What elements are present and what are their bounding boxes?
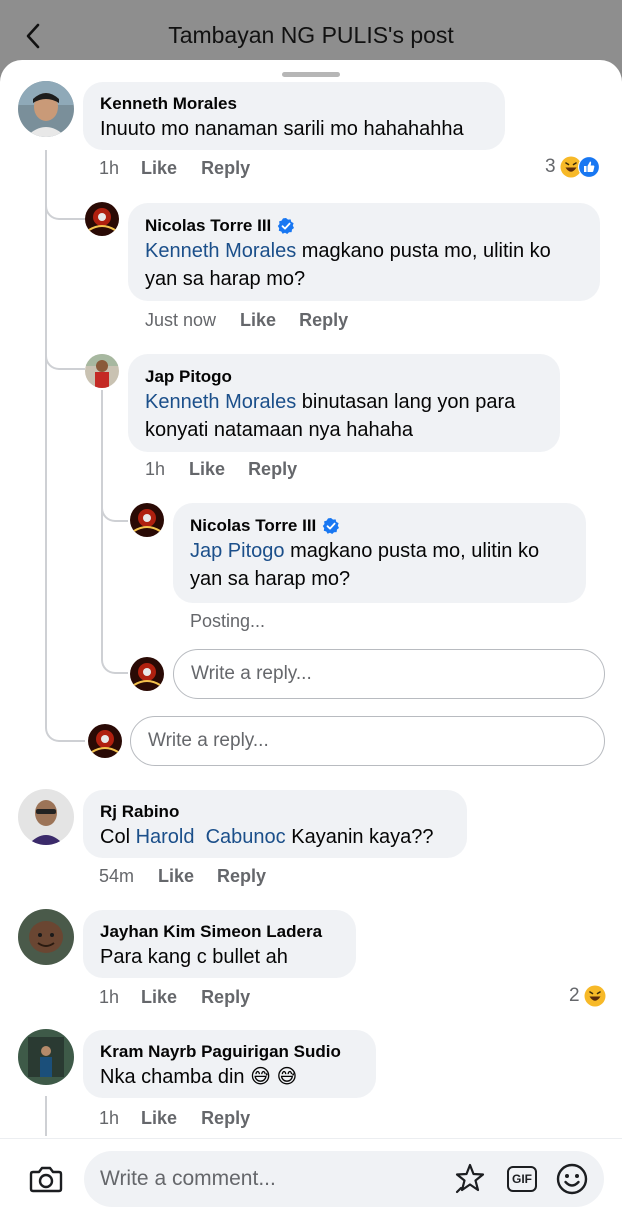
gif-label: GIF — [507, 1166, 537, 1192]
reply-button[interactable]: Reply — [248, 459, 297, 480]
mention-link[interactable]: Kenneth Morales — [145, 240, 296, 262]
comment-author[interactable]: Rj Rabino — [100, 801, 449, 823]
avatar[interactable] — [18, 81, 74, 137]
comment-bubble[interactable]: Kram Nayrb Paguirigan Sudio Nka chamba d… — [83, 1030, 376, 1098]
comment-author[interactable]: Kenneth Morales — [100, 93, 487, 115]
avatar[interactable] — [18, 789, 74, 845]
avatar[interactable] — [85, 202, 119, 236]
comment-actions: 1h Like Reply — [99, 987, 250, 1008]
avatar-sticker-icon[interactable] — [452, 1151, 488, 1207]
gif-icon[interactable]: GIF — [504, 1151, 540, 1207]
reply-button[interactable]: Reply — [299, 310, 348, 331]
reply-button[interactable]: Reply — [201, 158, 250, 179]
comment-author[interactable]: Nicolas Torre III — [145, 215, 582, 237]
comment-bubble[interactable]: Rj Rabino Col Harold Cabunoc Kayanin kay… — [83, 790, 467, 858]
like-button[interactable]: Like — [189, 459, 225, 480]
comment-actions: 1h Like Reply — [145, 459, 297, 480]
comment-bubble[interactable]: Kenneth Morales Inuuto mo nanaman sarili… — [83, 82, 505, 150]
verified-icon — [323, 518, 340, 534]
reply-input[interactable]: Write a reply... — [130, 716, 605, 766]
reply-button[interactable]: Reply — [217, 866, 266, 887]
comment-bubble[interactable]: Nicolas Torre III Kenneth Morales magkan… — [128, 203, 600, 301]
comment-author[interactable]: Jayhan Kim Simeon Ladera — [100, 921, 338, 943]
comment-bubble[interactable]: Jayhan Kim Simeon Ladera Para kang c bul… — [83, 910, 356, 978]
thread-line — [101, 390, 103, 650]
comment-time: 1h — [145, 459, 166, 479]
comment-text: Kenneth Morales binutasan lang yon para … — [145, 388, 542, 444]
like-button[interactable]: Like — [158, 866, 194, 887]
reply-button[interactable]: Reply — [201, 987, 250, 1008]
comment-prefix: Col — [100, 826, 136, 848]
comment-actions: Just now Like Reply — [145, 310, 348, 331]
comment-input[interactable]: Write a comment... GIF — [84, 1151, 604, 1207]
page-title: Tambayan NG PULIS's post — [168, 22, 454, 48]
avatar[interactable] — [18, 909, 74, 965]
comment-text: Col Harold Cabunoc Kayanin kaya?? — [100, 823, 449, 851]
like-button[interactable]: Like — [141, 1108, 177, 1129]
comment-author-name: Nicolas Torre III — [145, 216, 272, 235]
avatar[interactable] — [18, 1029, 74, 1085]
reaction-count: 3 — [545, 156, 556, 177]
comment-composer: Write a comment... GIF — [0, 1138, 622, 1215]
comment-actions: 54m Like Reply — [99, 866, 266, 887]
comment-author[interactable]: Kram Nayrb Paguirigan Sudio — [100, 1041, 358, 1063]
comment-author-name: Nicolas Torre III — [190, 516, 317, 535]
camera-icon[interactable] — [28, 1161, 64, 1197]
reaction-count: 2 — [569, 985, 580, 1006]
comment-placeholder: Write a comment... — [100, 1167, 276, 1190]
verified-icon — [278, 218, 295, 234]
comments-sheet: Kenneth Morales Inuuto mo nanaman sarili… — [0, 60, 622, 1215]
thread-line — [45, 150, 47, 710]
thread-connector — [45, 296, 85, 370]
comment-body: Kayanin kaya?? — [285, 826, 434, 848]
avatar[interactable] — [85, 354, 119, 388]
comment-text: Inuuto mo nanaman sarili mo hahahahha — [100, 118, 464, 140]
comment-author[interactable]: Nicolas Torre III — [190, 515, 568, 537]
comment-time: Just now — [145, 310, 217, 330]
mention-link[interactable]: Jap Pitogo — [190, 540, 285, 562]
comment-bubble[interactable]: Jap Pitogo Kenneth Morales binutasan lan… — [128, 354, 560, 452]
reaction-summary[interactable]: 3 — [545, 156, 600, 178]
emoji-icon[interactable] — [554, 1151, 590, 1207]
comment-text: Kenneth Morales magkano pusta mo, ulitin… — [145, 237, 582, 293]
comment-time: 1h — [99, 158, 120, 178]
thread-connector — [101, 450, 128, 522]
like-button[interactable]: Like — [141, 987, 177, 1008]
posting-status: Posting... — [190, 611, 266, 631]
comment-text: Para kang c bullet ah — [100, 946, 288, 968]
avatar — [88, 724, 122, 758]
like-button[interactable]: Like — [240, 310, 276, 331]
comment-actions: 1h Like Reply — [99, 158, 250, 179]
haha-reaction-icon — [584, 985, 606, 1007]
reply-button[interactable]: Reply — [201, 1108, 250, 1129]
comment-time: 54m — [99, 866, 135, 886]
comment-author[interactable]: Jap Pitogo — [145, 366, 542, 388]
thread-connector — [45, 700, 85, 742]
avatar[interactable] — [130, 503, 164, 537]
avatar — [130, 657, 164, 691]
thread-connector — [101, 640, 128, 674]
like-reaction-icon — [577, 156, 600, 178]
like-button[interactable]: Like — [141, 158, 177, 179]
comment-bubble[interactable]: Nicolas Torre III Jap Pitogo magkano pus… — [173, 503, 586, 603]
comment-time: 1h — [99, 1108, 120, 1128]
thread-line — [45, 1096, 47, 1136]
reply-input[interactable]: Write a reply... — [173, 649, 605, 699]
sheet-grabber[interactable] — [282, 72, 340, 77]
reaction-summary[interactable]: 2 — [569, 985, 606, 1007]
comment-time: 1h — [99, 987, 120, 1007]
comment-actions: 1h Like Reply — [99, 1108, 250, 1129]
mention-link[interactable]: Harold Cabunoc — [136, 826, 286, 848]
thread-connector — [45, 150, 85, 220]
mention-link[interactable]: Kenneth Morales — [145, 391, 296, 413]
comment-text: Nka chamba din 😅 😅 — [100, 1066, 298, 1088]
comment-text: Jap Pitogo magkano pusta mo, ulitin ko y… — [190, 537, 568, 593]
